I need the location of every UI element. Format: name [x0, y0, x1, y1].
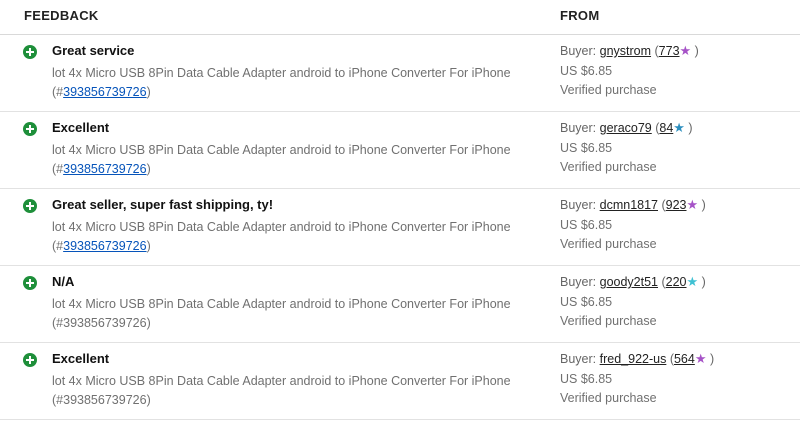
buyer-prefix: Buyer:: [560, 198, 597, 212]
feedback-row: Excellent lot 4x Micro USB 8Pin Data Cab…: [0, 343, 800, 420]
star-icon: ★: [694, 351, 707, 366]
buyer-username-link[interactable]: gnystrom: [600, 44, 651, 58]
item-id: 393856739726: [63, 316, 147, 330]
star-icon: ★: [673, 120, 685, 135]
buyer-info: Buyer: geraco79 (84★ ): [560, 120, 693, 135]
item-id-wrap: (#393856739726): [52, 239, 151, 253]
feedback-score-link[interactable]: 84: [659, 121, 673, 135]
buyer-info: Buyer: dcmn1817 (923★ ): [560, 197, 706, 212]
feedback-row: N/A lot 4x Micro USB 8Pin Data Cable Ada…: [0, 266, 800, 343]
verified-purchase-label: Verified purchase: [560, 237, 657, 251]
positive-feedback-icon: [23, 199, 37, 213]
item-id-link[interactable]: 393856739726: [63, 162, 146, 176]
star-icon: ★: [686, 197, 699, 212]
item-title: lot 4x Micro USB 8Pin Data Cable Adapter…: [52, 143, 511, 157]
positive-feedback-icon: [23, 122, 37, 136]
positive-feedback-icon: [23, 353, 37, 367]
buyer-username-link[interactable]: geraco79: [600, 121, 652, 135]
item-price: US $6.85: [560, 372, 613, 386]
buyer-username-link[interactable]: goody2t51: [600, 275, 658, 289]
buyer-prefix: Buyer:: [560, 352, 597, 366]
buyer-prefix: Buyer:: [560, 275, 597, 289]
table-header: FEEDBACK FROM: [0, 0, 800, 35]
item-title: lot 4x Micro USB 8Pin Data Cable Adapter…: [52, 374, 511, 388]
star-icon: ★: [679, 43, 692, 58]
feedback-comment: Excellent: [52, 120, 110, 135]
feedback-comment: N/A: [52, 274, 75, 289]
item-id-link[interactable]: 393856739726: [63, 85, 146, 99]
item-price: US $6.85: [560, 64, 613, 78]
buyer-username-link[interactable]: fred_922-us: [600, 352, 667, 366]
feedback-score-link[interactable]: 923: [666, 198, 687, 212]
item-id-wrap: (#393856739726): [52, 393, 151, 407]
verified-purchase-label: Verified purchase: [560, 83, 657, 97]
feedback-column-header: FEEDBACK: [24, 8, 99, 23]
feedback-row: Great seller, super fast shipping, ty! l…: [0, 189, 800, 266]
item-description: lot 4x Micro USB 8Pin Data Cable Adapter…: [52, 64, 522, 102]
verified-purchase-label: Verified purchase: [560, 391, 657, 405]
feedback-score-link[interactable]: 773: [659, 44, 680, 58]
item-description: lot 4x Micro USB 8Pin Data Cable Adapter…: [52, 218, 522, 256]
item-price: US $6.85: [560, 295, 613, 309]
buyer-info: Buyer: goody2t51 (220★ ): [560, 274, 706, 289]
buyer-username-link[interactable]: dcmn1817: [600, 198, 658, 212]
feedback-comment: Excellent: [52, 351, 110, 366]
feedback-row: Excellent lot 4x Micro USB 8Pin Data Cab…: [0, 112, 800, 189]
item-description: lot 4x Micro USB 8Pin Data Cable Adapter…: [52, 141, 522, 179]
verified-purchase-label: Verified purchase: [560, 160, 657, 174]
item-id: 393856739726: [63, 393, 147, 407]
item-title: lot 4x Micro USB 8Pin Data Cable Adapter…: [52, 297, 511, 311]
item-id-wrap: (#393856739726): [52, 316, 151, 330]
buyer-prefix: Buyer:: [560, 44, 597, 58]
feedback-comment: Great service: [52, 43, 135, 58]
item-price: US $6.85: [560, 141, 613, 155]
buyer-info: Buyer: gnystrom (773★ ): [560, 43, 699, 58]
item-id-wrap: (#393856739726): [52, 85, 151, 99]
star-icon: ★: [686, 274, 699, 289]
feedback-row: Great service lot 4x Micro USB 8Pin Data…: [0, 35, 800, 112]
from-column-header: FROM: [560, 8, 600, 23]
item-title: lot 4x Micro USB 8Pin Data Cable Adapter…: [52, 220, 511, 234]
feedback-score-link[interactable]: 564: [674, 352, 695, 366]
feedback-table: FEEDBACK FROM Great service lot 4x Micro…: [0, 0, 800, 420]
feedback-comment: Great seller, super fast shipping, ty!: [52, 197, 274, 212]
feedback-score-link[interactable]: 220: [666, 275, 687, 289]
buyer-prefix: Buyer:: [560, 121, 597, 135]
item-description: lot 4x Micro USB 8Pin Data Cable Adapter…: [52, 295, 522, 333]
item-description: lot 4x Micro USB 8Pin Data Cable Adapter…: [52, 372, 522, 410]
item-id-wrap: (#393856739726): [52, 162, 151, 176]
positive-feedback-icon: [23, 276, 37, 290]
buyer-info: Buyer: fred_922-us (564★ ): [560, 351, 715, 366]
item-price: US $6.85: [560, 218, 613, 232]
positive-feedback-icon: [23, 45, 37, 59]
item-id-link[interactable]: 393856739726: [63, 239, 146, 253]
verified-purchase-label: Verified purchase: [560, 314, 657, 328]
item-title: lot 4x Micro USB 8Pin Data Cable Adapter…: [52, 66, 511, 80]
